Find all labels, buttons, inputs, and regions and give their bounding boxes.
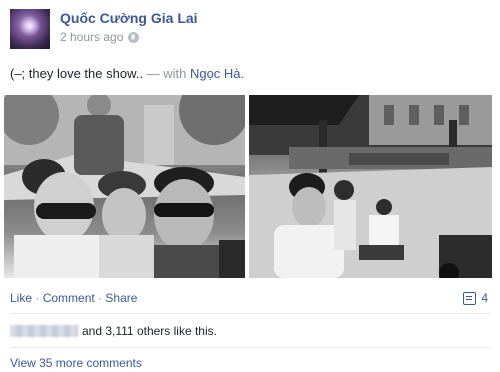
comment-icon — [463, 291, 477, 305]
view-more-comments-link[interactable]: View 35 more comments — [10, 356, 142, 370]
separator: · — [98, 291, 103, 305]
with-label: — with — [146, 66, 187, 81]
post-actions: Like · Comment · Share — [10, 291, 137, 305]
divider — [10, 313, 490, 314]
comment-link[interactable]: Comment — [43, 291, 95, 305]
photo-show[interactable] — [249, 95, 492, 278]
author-avatar[interactable] — [10, 9, 50, 49]
photo-selfie[interactable] — [4, 95, 245, 278]
globe-icon — [128, 31, 140, 43]
caption-text: (–; they love the show.. — [10, 66, 143, 81]
facebook-post: Quốc Cường Gia Lai 2 hours ago (–; they … — [0, 0, 500, 372]
post-caption: (–; they love the show.. — with Ngọc Hà. — [10, 66, 244, 81]
like-link[interactable]: Like — [10, 291, 32, 305]
tagged-person-link[interactable]: Ngọc Hà. — [190, 66, 244, 81]
post-meta: 2 hours ago — [60, 30, 140, 44]
likes-text[interactable]: and 3,111 others like this. — [82, 324, 217, 338]
blurred-name — [10, 325, 78, 337]
comment-count-value: 4 — [481, 291, 488, 305]
likes-summary: and 3,111 others like this. — [10, 324, 217, 338]
author-name[interactable]: Quốc Cường Gia Lai — [60, 10, 198, 26]
divider — [10, 347, 490, 348]
post-time[interactable]: 2 hours ago — [60, 30, 123, 44]
comment-count[interactable]: 4 — [463, 291, 488, 305]
separator: · — [35, 291, 40, 305]
share-link[interactable]: Share — [105, 291, 137, 305]
